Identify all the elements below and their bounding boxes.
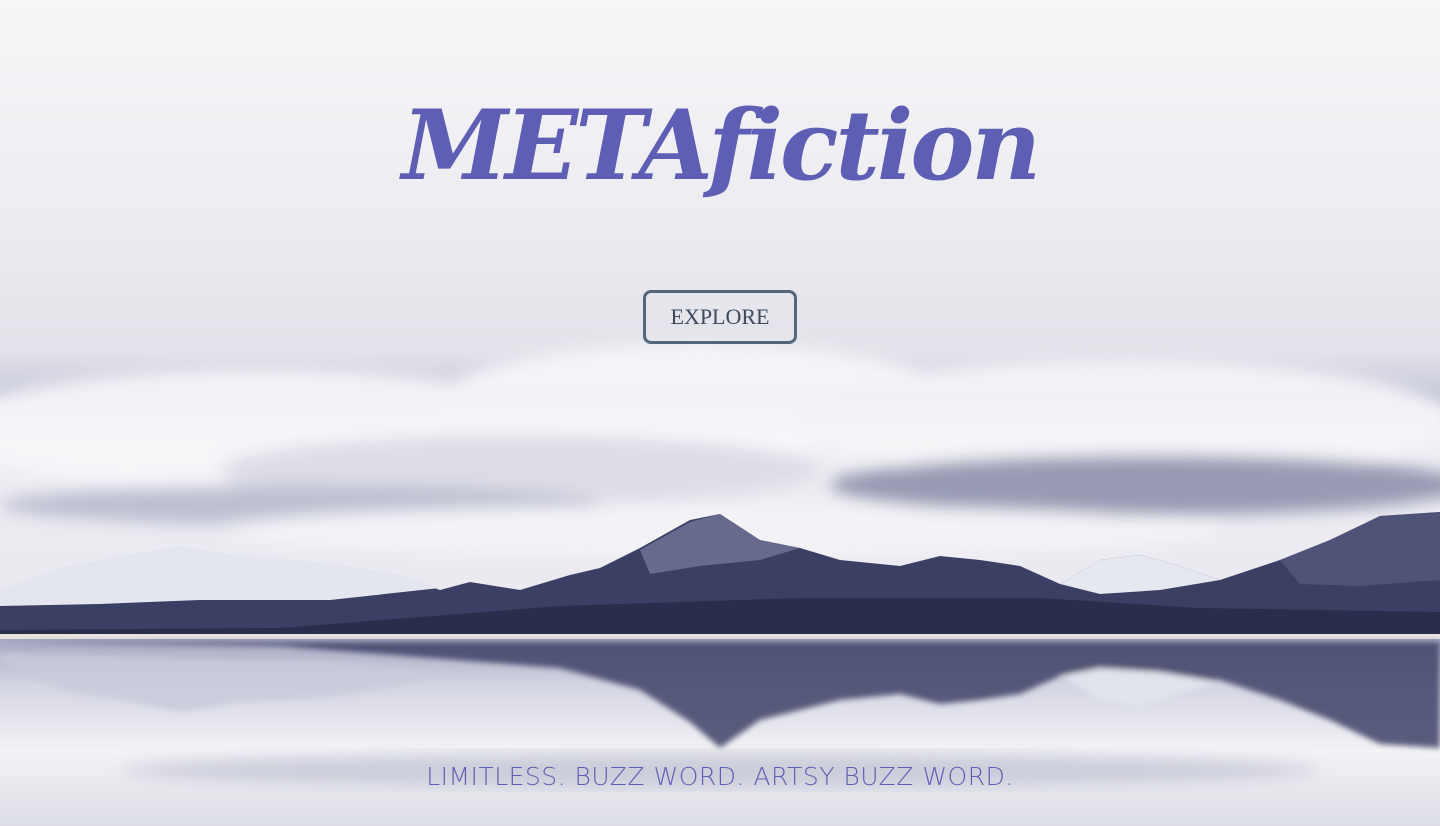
explore-button[interactable]: EXPLORE	[643, 290, 797, 344]
tagline: LIMITLESS. BUZZ WORD. ARTSY BUZZ WORD.	[426, 762, 1014, 791]
hero-section: METAfiction EXPLORE LIMITLESS. BUZZ WORD…	[0, 0, 1440, 826]
brand-title: METAfiction	[401, 89, 1041, 202]
